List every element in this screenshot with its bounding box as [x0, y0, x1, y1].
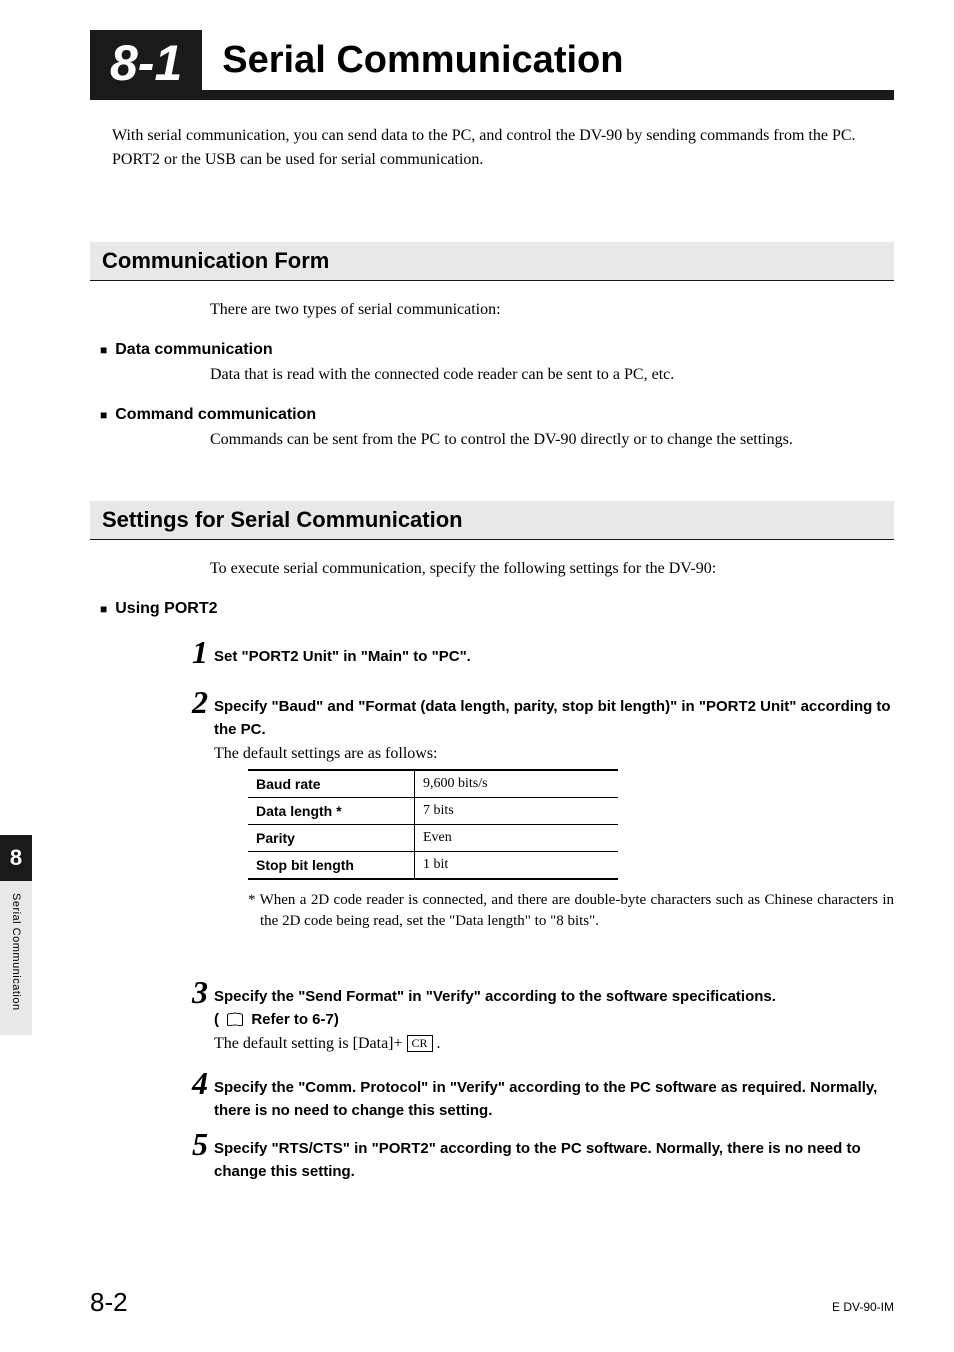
bullet-data-comm: ■ Data communication — [100, 341, 894, 360]
cell-label: Stop bit length — [248, 852, 415, 880]
step-5: 5 Specify "RTS/CTS" in "PORT2" according… — [180, 1128, 894, 1183]
page-footer: 8-2 E DV-90-IM — [90, 1287, 894, 1318]
step-4: 4 Specify the "Comm. Protocol" in "Verif… — [180, 1067, 894, 1122]
bullet-body-1: Data that is read with the connected cod… — [210, 366, 894, 384]
intro-block: With serial communication, you can send … — [112, 124, 894, 172]
page-number: 8-2 — [90, 1287, 128, 1318]
cell-label: Baud rate — [248, 770, 415, 798]
table-footnote: * When a 2D code reader is connected, an… — [248, 890, 894, 932]
bullet-using-port2: ■ Using PORT2 — [100, 600, 894, 619]
cell-value: 1 bit — [415, 852, 619, 880]
bullet-icon: ■ — [100, 341, 107, 360]
using-port2-label: Using PORT2 — [115, 600, 217, 618]
step-1-number: 1 — [180, 636, 208, 669]
cr-box: CR — [407, 1035, 433, 1052]
step-5-title: Specify "RTS/CTS" in "PORT2" according t… — [214, 1138, 894, 1183]
cell-label: Data length * — [248, 798, 415, 825]
cell-value: Even — [415, 825, 619, 852]
settings-heading: Settings for Serial Communication — [90, 501, 894, 540]
step-3-number: 3 — [180, 976, 208, 1053]
step-3-ref-prefix: ( — [214, 1011, 223, 1028]
cell-value: 9,600 bits/s — [415, 770, 619, 798]
bullet-icon: ■ — [100, 406, 107, 425]
section-title: Serial Communication — [222, 39, 623, 82]
bullet-command-comm: ■ Command communication — [100, 406, 894, 425]
communication-form-heading: Communication Form — [90, 242, 894, 281]
defaults-table: Baud rate 9,600 bits/s Data length * 7 b… — [248, 769, 618, 880]
cell-label: Parity — [248, 825, 415, 852]
step-5-number: 5 — [180, 1128, 208, 1183]
step-2: 2 Specify "Baud" and "Format (data lengt… — [180, 686, 894, 972]
chapter-number-badge: 8 — [0, 835, 32, 881]
step-3: 3 Specify the "Send Format" in "Verify" … — [180, 976, 894, 1053]
step-1: 1 Set "PORT2 Unit" in "Main" to "PC". — [180, 636, 894, 669]
cell-value: 7 bits — [415, 798, 619, 825]
book-icon — [227, 1013, 243, 1025]
document-id: E DV-90-IM — [832, 1300, 894, 1314]
bullet-icon: ■ — [100, 600, 107, 619]
step-4-title: Specify the "Comm. Protocol" in "Verify"… — [214, 1077, 894, 1122]
section-number: 8-1 — [90, 30, 202, 90]
table-row: Stop bit length 1 bit — [248, 852, 618, 880]
step-2-desc: The default settings are as follows: — [214, 745, 894, 763]
bullet-title-2: Command communication — [115, 406, 316, 424]
intro-p1: With serial communication, you can send … — [112, 124, 894, 148]
table-row: Baud rate 9,600 bits/s — [248, 770, 618, 798]
bullet-title-1: Data communication — [115, 341, 272, 359]
intro-p2: PORT2 or the USB can be used for serial … — [112, 148, 894, 172]
bullet-body-2: Commands can be sent from the PC to cont… — [210, 431, 894, 449]
chapter-side-label: Serial Communication — [10, 893, 22, 1035]
step-3-title-line1: Specify the "Send Format" in "Verify" ac… — [214, 988, 776, 1005]
chapter-side-tab: 8 Serial Communication — [0, 835, 32, 1035]
step-1-title: Set "PORT2 Unit" in "Main" to "PC". — [214, 646, 894, 669]
table-row: Data length * 7 bits — [248, 798, 618, 825]
step-3-ref-text: Refer to 6-7) — [251, 1011, 339, 1028]
step-3-title: Specify the "Send Format" in "Verify" ac… — [214, 986, 894, 1031]
step-2-title: Specify "Baud" and "Format (data length,… — [214, 696, 894, 741]
chapter-side-strip: Serial Communication — [0, 881, 32, 1035]
settings-intro: To execute serial communication, specify… — [210, 560, 884, 578]
step-3-desc-prefix: The default setting is [Data]+ — [214, 1035, 407, 1052]
step-4-number: 4 — [180, 1067, 208, 1122]
step-3-desc: The default setting is [Data]+ CR . — [214, 1035, 894, 1053]
step-2-number: 2 — [180, 686, 208, 972]
section-header: 8-1 Serial Communication — [90, 30, 894, 100]
commform-intro: There are two types of serial communicat… — [210, 301, 884, 319]
table-row: Parity Even — [248, 825, 618, 852]
step-3-desc-suffix: . — [433, 1035, 441, 1052]
